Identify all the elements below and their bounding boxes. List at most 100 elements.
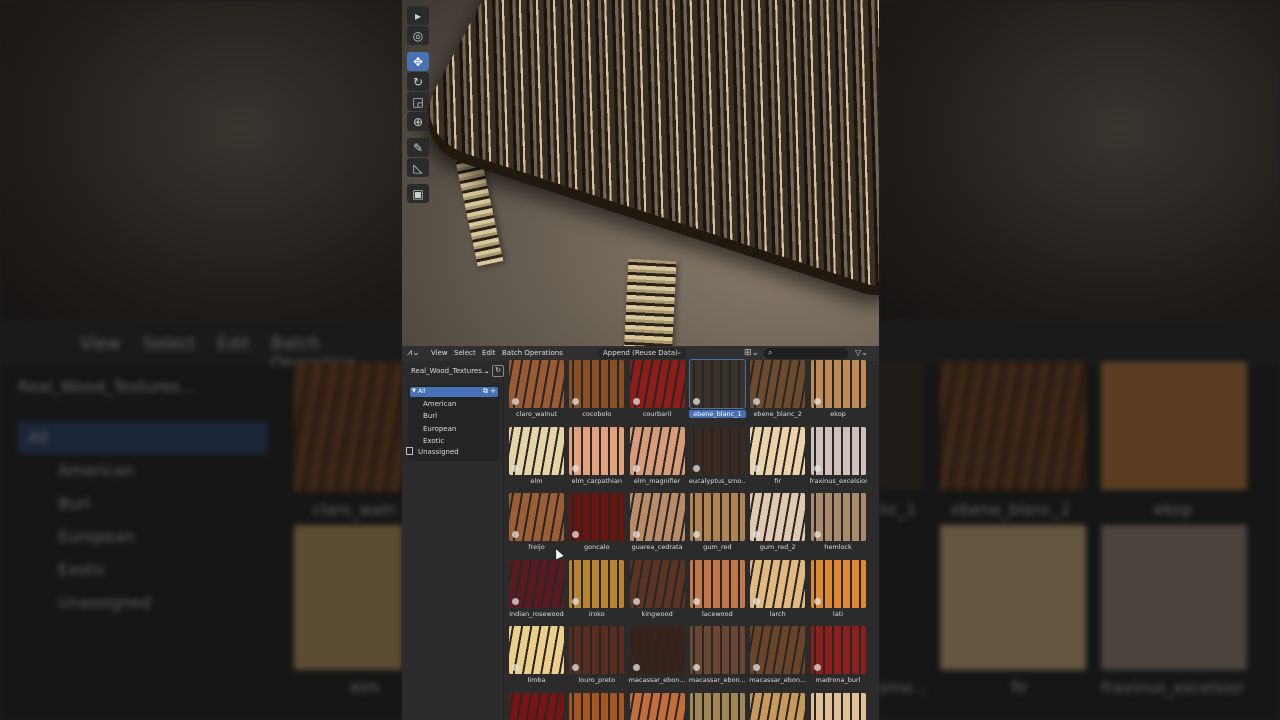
catalog-european[interactable]: European: [423, 425, 456, 433]
asset-tile[interactable]: cocobolo: [568, 360, 625, 422]
library-selector[interactable]: Real_Wood_Textures... ⌄: [406, 365, 494, 378]
background-left-blur: View Select Edit Batch Operation Real_Wo…: [0, 0, 402, 720]
bg-label: ebene_blanc_2: [951, 500, 1071, 519]
annotate-icon[interactable]: ✎: [407, 138, 429, 157]
asset-tile[interactable]: [749, 692, 806, 720]
catalog-all[interactable]: ▼ All ⧉ +: [410, 387, 498, 397]
asset-tile[interactable]: elm_carpathian: [568, 426, 625, 489]
catalog-unassigned[interactable]: Unassigned: [406, 447, 459, 456]
asset-tile[interactable]: fir: [749, 426, 806, 489]
asset-tile[interactable]: hemlock: [810, 493, 867, 555]
refresh-icon[interactable]: ↻: [492, 365, 504, 377]
asset-tile[interactable]: louro_preto: [568, 626, 625, 688]
bg-thumb: [294, 525, 402, 670]
asset-tile[interactable]: elm_magnifier: [629, 426, 686, 489]
asset-tile[interactable]: iroko: [568, 559, 625, 622]
import-method-dropdown[interactable]: Append (Reuse Data) ⌄: [598, 348, 686, 359]
add-catalog-icon[interactable]: ⧉ +: [483, 387, 496, 396]
asset-label: ekop: [830, 410, 846, 418]
asset-tile[interactable]: eucalyptus_smo...: [689, 426, 746, 489]
asset-label: elm_magnifier: [633, 476, 681, 485]
library-name: Real_Wood_Textures...: [411, 367, 489, 375]
asset-tile[interactable]: [568, 692, 625, 720]
asset-thumbnail: [629, 559, 685, 608]
material-icon: [572, 398, 580, 405]
asset-tile[interactable]: claro_walnut: [508, 360, 565, 422]
asset-label: gum_red: [703, 543, 732, 551]
menu-edit[interactable]: Edit: [482, 349, 496, 357]
expand-triangle-icon[interactable]: ▼: [412, 388, 416, 394]
asset-thumbnail: [629, 493, 685, 541]
menu-view[interactable]: View: [431, 349, 448, 357]
asset-tile[interactable]: gum_red_2: [749, 493, 806, 555]
asset-tile[interactable]: ebene_blanc_1: [688, 359, 746, 422]
asset-thumbnail: [810, 626, 866, 674]
bg-cat-all: All: [18, 421, 268, 454]
cursor-icon[interactable]: ◎: [407, 26, 429, 45]
move-icon[interactable]: ✥: [407, 52, 429, 71]
asset-tile[interactable]: [508, 692, 565, 720]
asset-label: macassar_ebon...: [688, 676, 746, 684]
asset-tile[interactable]: limba: [508, 626, 565, 688]
asset-tile[interactable]: macassar_ebon...: [629, 626, 686, 688]
editor-type-icon[interactable]: ⩘⌄: [407, 348, 420, 358]
asset-tile[interactable]: larch: [749, 559, 806, 622]
asset-tile[interactable]: [689, 692, 746, 720]
asset-thumbnail: [689, 559, 745, 608]
background-sidebar: Real_Wood_Textures... All American Burl …: [18, 370, 268, 630]
rotate-icon[interactable]: ↻: [407, 72, 429, 91]
catalog-exotic[interactable]: Exotic: [423, 437, 444, 445]
asset-label: fraxinus_excelsior: [809, 476, 867, 485]
chevron-down-icon: ⌄: [676, 348, 682, 356]
asset-tile[interactable]: ebene_blanc_2: [749, 360, 806, 422]
add-cube-icon[interactable]: ▣: [407, 184, 429, 203]
view-mode-icon[interactable]: ⊞⌄: [744, 348, 759, 358]
background-render: [879, 0, 1280, 320]
asset-tile[interactable]: macassar_ebon...: [689, 626, 746, 688]
search-input[interactable]: ⌕: [764, 348, 848, 359]
asset-thumbnail: [750, 493, 806, 541]
asset-tile[interactable]: guarea_cedrata: [629, 493, 686, 555]
asset-tile[interactable]: ekop: [810, 360, 867, 422]
asset-tile[interactable]: madrona_burl: [810, 626, 867, 688]
asset-tile[interactable]: macassar_ebon...: [749, 626, 806, 688]
catalog-american[interactable]: American: [423, 400, 456, 408]
bg-menu-edit: Edit: [217, 334, 250, 354]
catalog-burl[interactable]: Burl: [423, 412, 437, 420]
blender-window: ▸ ◎ ✥ ↻ ◲ ⊕ ✎ ◺ ▣ ⩘⌄ View Select Edit Ba…: [402, 0, 879, 720]
asset-tile[interactable]: elm: [508, 426, 565, 489]
select-box-icon[interactable]: ▸: [407, 6, 429, 25]
asset-thumbnail: [629, 692, 685, 720]
transform-icon[interactable]: ⊕: [407, 112, 429, 131]
bg-cat-burl: Burl: [58, 494, 91, 513]
measure-icon[interactable]: ◺: [407, 158, 429, 177]
material-icon: [632, 597, 640, 605]
asset-tile[interactable]: fraxinus_excelsior: [809, 426, 867, 489]
material-icon: [632, 398, 640, 405]
menu-batch-operations[interactable]: Batch Operations: [502, 349, 563, 357]
filter-icon[interactable]: ▽⌄: [855, 348, 868, 357]
asset-thumbnail: [810, 360, 866, 408]
asset-tile[interactable]: gum_red: [689, 493, 746, 555]
3d-viewport[interactable]: ▸ ◎ ✥ ↻ ◲ ⊕ ✎ ◺ ▣: [402, 0, 879, 346]
bg-cat-american: American: [58, 461, 135, 480]
asset-tile[interactable]: indian_rosewood: [508, 559, 565, 622]
asset-label: kingwood: [641, 609, 673, 618]
menu-select[interactable]: Select: [454, 349, 476, 357]
asset-tile[interactable]: courbaril: [629, 360, 686, 422]
scale-icon[interactable]: ◲: [407, 92, 429, 111]
asset-tile[interactable]: [629, 692, 686, 720]
asset-thumbnail: [750, 626, 806, 674]
asset-tile[interactable]: [810, 692, 867, 720]
asset-tile[interactable]: freijo: [508, 493, 565, 555]
asset-tile[interactable]: lati: [810, 559, 867, 622]
bg-cat-european: European: [58, 527, 135, 546]
background-right-blur: nc_1 ebene_blanc_2 ekop smo... fir fraxi…: [879, 0, 1280, 720]
asset-tile[interactable]: goncalo: [568, 493, 625, 555]
asset-thumbnail: [689, 626, 745, 674]
asset-thumbnail: [750, 559, 806, 608]
asset-tile[interactable]: lacewood: [689, 559, 746, 622]
asset-tile[interactable]: kingwood: [629, 559, 686, 622]
asset-thumbnail: [629, 360, 685, 408]
asset-thumbnail: [509, 360, 564, 408]
